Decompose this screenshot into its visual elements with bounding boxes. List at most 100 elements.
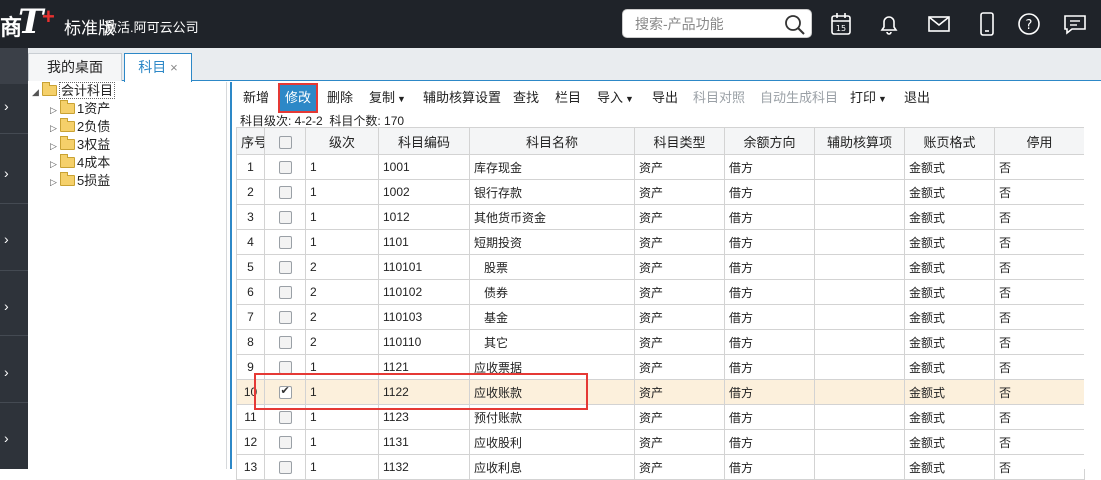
cell-format[interactable]: 金额式 [904, 354, 995, 380]
cell-type[interactable]: 资产 [634, 304, 725, 330]
cell-format[interactable]: 金额式 [904, 304, 995, 330]
cell-disabled[interactable]: 否 [994, 179, 1085, 205]
cell-level[interactable]: 2 [305, 329, 379, 355]
cell-aux[interactable] [814, 354, 905, 380]
cell-code[interactable]: 1101 [378, 229, 470, 255]
chevron-right-icon[interactable]: › [4, 231, 9, 247]
cell-aux[interactable] [814, 229, 905, 255]
aux-setting-button[interactable]: 辅助核算设置 [423, 84, 501, 112]
cell-no[interactable]: 4 [236, 229, 265, 255]
cell-aux[interactable] [814, 404, 905, 430]
table-row[interactable]: 3 1 1012 其他货币资金 资产 借方 金额式否 [236, 204, 1085, 230]
chevron-right-icon[interactable]: › [4, 298, 9, 314]
cell-disabled[interactable]: 否 [994, 379, 1085, 405]
cell-code[interactable]: 110110 [378, 329, 470, 355]
cell-check[interactable] [264, 304, 306, 330]
cell-aux[interactable] [814, 279, 905, 305]
search-box[interactable] [622, 9, 812, 38]
table-row[interactable]: 1 1 1001 库存现金 资产 借方 金额式否 [236, 154, 1085, 180]
cell-name[interactable]: 债券 [469, 279, 635, 305]
cell-level[interactable]: 2 [305, 304, 379, 330]
cell-aux[interactable] [814, 379, 905, 405]
cell-type[interactable]: 资产 [634, 279, 725, 305]
chevron-right-icon[interactable]: › [4, 165, 9, 181]
cell-no[interactable]: 6 [236, 279, 265, 305]
cell-code[interactable]: 110101 [378, 254, 470, 280]
cell-name[interactable]: 银行存款 [469, 179, 635, 205]
help-icon[interactable]: ? [1016, 11, 1042, 37]
find-button[interactable]: 查找 [513, 84, 539, 112]
cell-disabled[interactable]: 否 [994, 329, 1085, 355]
cell-check[interactable] [264, 204, 306, 230]
cell-no[interactable]: 2 [236, 179, 265, 205]
cell-type[interactable]: 资产 [634, 179, 725, 205]
cell-name[interactable]: 短期投资 [469, 229, 635, 255]
table-row[interactable]: 13 1 1132 应收利息 资产 借方 金额式否 [236, 454, 1085, 480]
col-header-disabled[interactable]: 停用 [994, 127, 1085, 155]
row-checkbox[interactable] [278, 211, 292, 225]
row-checkbox[interactable] [278, 461, 292, 475]
cell-code[interactable]: 1012 [378, 204, 470, 230]
chevron-right-icon[interactable]: › [4, 430, 9, 446]
cell-format[interactable]: 金额式 [904, 454, 995, 480]
cell-aux[interactable] [814, 454, 905, 480]
row-checkbox[interactable] [278, 186, 292, 200]
autogen-button[interactable]: 自动生成科目 [760, 84, 838, 112]
import-button[interactable]: 导入 ▼ [597, 84, 634, 112]
cell-level[interactable]: 1 [305, 154, 379, 180]
cell-format[interactable]: 金额式 [904, 204, 995, 230]
cell-direction[interactable]: 借方 [724, 379, 815, 405]
cell-disabled[interactable]: 否 [994, 354, 1085, 380]
mail-icon[interactable] [926, 11, 952, 37]
left-nav-top[interactable] [0, 48, 28, 84]
cell-direction[interactable]: 借方 [724, 204, 815, 230]
cell-code[interactable]: 110102 [378, 279, 470, 305]
cell-name[interactable]: 其他货币资金 [469, 204, 635, 230]
cell-direction[interactable]: 借方 [724, 404, 815, 430]
cell-no[interactable]: 12 [236, 429, 265, 455]
table-row[interactable]: 2 1 1002 银行存款 资产 借方 金额式否 [236, 179, 1085, 205]
col-header-aux[interactable]: 辅助核算项 [814, 127, 905, 155]
calendar-icon[interactable]: 15 [828, 11, 854, 37]
cell-format[interactable]: 金额式 [904, 404, 995, 430]
export-button[interactable]: 导出 [652, 84, 678, 112]
copy-button[interactable]: 复制 ▼ [369, 84, 406, 112]
cell-type[interactable]: 资产 [634, 429, 725, 455]
edit-button[interactable]: 修改 [278, 83, 319, 113]
cell-aux[interactable] [814, 304, 905, 330]
cell-level[interactable]: 1 [305, 229, 379, 255]
expand-icon[interactable]: ▷ [50, 137, 60, 155]
cell-aux[interactable] [814, 254, 905, 280]
collapse-icon[interactable]: ◢ [32, 83, 42, 101]
row-checkbox[interactable] [278, 436, 292, 450]
cell-disabled[interactable]: 否 [994, 404, 1085, 430]
cell-type[interactable]: 资产 [634, 379, 725, 405]
cell-type[interactable]: 资产 [634, 154, 725, 180]
cell-no[interactable]: 13 [236, 454, 265, 480]
cell-check[interactable] [264, 179, 306, 205]
cell-name[interactable]: 其它 [469, 329, 635, 355]
cell-format[interactable]: 金额式 [904, 229, 995, 255]
cell-format[interactable]: 金额式 [904, 329, 995, 355]
table-row[interactable]: 4 1 1101 短期投资 资产 借方 金额式否 [236, 229, 1085, 255]
cell-check[interactable] [264, 454, 306, 480]
cell-name[interactable]: 应收利息 [469, 454, 635, 480]
cell-direction[interactable]: 借方 [724, 179, 815, 205]
delete-button[interactable]: 删除 [327, 84, 353, 112]
table-row[interactable]: 6 2 110102 债券 资产 借方 金额式否 [236, 279, 1085, 305]
print-button[interactable]: 打印 ▼ [850, 84, 887, 112]
col-header-format[interactable]: 账页格式 [904, 127, 995, 155]
tree-item[interactable]: ▷ 5损益 [50, 172, 110, 190]
phone-icon[interactable] [974, 11, 1000, 37]
cell-name[interactable]: 应收股利 [469, 429, 635, 455]
col-header-code[interactable]: 科目编码 [378, 127, 470, 155]
bell-icon[interactable] [876, 11, 902, 37]
vertical-scrollbar[interactable] [1084, 127, 1101, 469]
cell-direction[interactable]: 借方 [724, 229, 815, 255]
cell-name[interactable]: 股票 [469, 254, 635, 280]
cell-type[interactable]: 资产 [634, 354, 725, 380]
cell-code[interactable]: 1132 [378, 454, 470, 480]
cell-type[interactable]: 资产 [634, 229, 725, 255]
cell-name[interactable]: 库存现金 [469, 154, 635, 180]
cell-format[interactable]: 金额式 [904, 254, 995, 280]
